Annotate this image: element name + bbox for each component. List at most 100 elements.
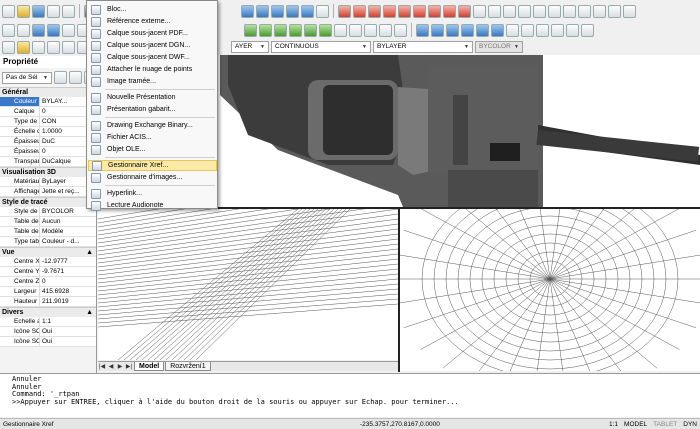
tab-model[interactable]: Model xyxy=(134,362,165,371)
zoom-realtime-icon[interactable] xyxy=(256,4,269,18)
property-row[interactable]: Largeur 415.6928 xyxy=(0,287,96,297)
section-vis3d[interactable]: Visualisation 3D▲ xyxy=(0,167,96,177)
selection-combo[interactable]: Pas de Sél ▼ xyxy=(2,71,52,84)
table-icon[interactable] xyxy=(518,4,531,18)
render-icon[interactable] xyxy=(581,23,594,37)
section-general[interactable]: Général▲ xyxy=(0,87,96,97)
menu-item-new-layout[interactable]: Nouvelle Présentation xyxy=(88,92,217,103)
menu-item-dxb[interactable]: Drawing Exchange Binary... xyxy=(88,120,217,131)
section-misc[interactable]: Divers ▲ xyxy=(0,307,96,317)
print-icon[interactable] xyxy=(47,4,60,18)
menu-item-xref[interactable]: Référence externe... xyxy=(88,16,217,27)
property-row[interactable]: Centre Z0 xyxy=(0,277,96,287)
view-bottom-icon[interactable] xyxy=(431,23,444,37)
open-file-icon[interactable] xyxy=(17,4,30,18)
layer-icon[interactable] xyxy=(32,23,45,37)
property-row[interactable]: Matériau ByLayer xyxy=(0,177,96,187)
region-icon[interactable] xyxy=(503,4,516,18)
property-row[interactable]: Echelle an...1:1 xyxy=(0,317,96,327)
text-icon[interactable] xyxy=(473,4,486,18)
boundary-icon[interactable] xyxy=(578,4,591,18)
block-insert-icon[interactable] xyxy=(488,4,501,18)
zoom-window-icon[interactable] xyxy=(271,4,284,18)
view-back-icon[interactable] xyxy=(491,23,504,37)
menu-item-point-cloud[interactable]: Attacher le nuage de points xyxy=(88,64,217,75)
viewport-bottom-left-wireframe[interactable] xyxy=(98,209,398,360)
property-row[interactable]: Type tabl...Couleur - d... xyxy=(0,237,96,247)
lineweight-combo[interactable]: BYLAYER ▼ xyxy=(373,41,473,53)
revcloud-icon[interactable] xyxy=(548,4,561,18)
sun-icon[interactable] xyxy=(32,40,45,54)
viewport-bottom-right-wireframe[interactable] xyxy=(400,209,700,371)
print-preview-icon[interactable] xyxy=(62,4,75,18)
paste-icon[interactable] xyxy=(17,23,30,37)
collapse-icon[interactable]: ▲ xyxy=(86,248,93,257)
hatch-icon[interactable] xyxy=(458,4,471,18)
redraw-icon[interactable] xyxy=(316,4,329,18)
section-plot[interactable]: Style de tracé▲ xyxy=(0,197,96,207)
property-row[interactable]: Calque 0 xyxy=(0,107,96,117)
annotation-scale[interactable]: 1:1 xyxy=(606,421,621,428)
cone-icon[interactable] xyxy=(289,23,302,37)
ellipse-icon[interactable] xyxy=(428,4,441,18)
color-square-icon[interactable] xyxy=(62,40,75,54)
menu-item-image-manager[interactable]: Gestionnaire d'images... xyxy=(88,172,217,183)
section-view[interactable]: Vue ▲ xyxy=(0,247,96,257)
menu-item-audionote[interactable]: Lecture Audionote xyxy=(88,200,217,211)
property-row[interactable]: Couleur BYLAY... xyxy=(0,97,96,107)
property-row[interactable]: Type de li...CON xyxy=(0,117,96,127)
view-iso-sw-icon[interactable] xyxy=(506,23,519,37)
box-icon[interactable] xyxy=(244,23,257,37)
wipeout-icon[interactable] xyxy=(563,4,576,18)
property-row[interactable]: Affichage ...Jette et reç... xyxy=(0,187,96,197)
spline-icon[interactable] xyxy=(443,4,456,18)
property-row[interactable]: Épaisseur...DuC xyxy=(0,137,96,147)
menu-item-layout-template[interactable]: Présentation gabarit... xyxy=(88,104,217,115)
menu-item-pdf-underlay[interactable]: Calque sous-jacent PDF... xyxy=(88,28,217,39)
pan-icon[interactable] xyxy=(241,4,254,18)
polyline-icon[interactable] xyxy=(353,4,366,18)
subtract-icon[interactable] xyxy=(379,23,392,37)
property-row[interactable]: Icône SCU...Oui xyxy=(0,327,96,337)
revolve-icon[interactable] xyxy=(349,23,362,37)
view-iso-nw-icon[interactable] xyxy=(551,23,564,37)
property-row[interactable]: Hauteur 211.9019 xyxy=(0,297,96,307)
prev-tab-icon[interactable]: ◀ xyxy=(107,363,115,371)
model-toggle[interactable]: MODEL xyxy=(621,421,650,428)
plotstyle-combo[interactable]: BYCOLOR ▼ xyxy=(475,41,523,53)
view-right-icon[interactable] xyxy=(461,23,474,37)
zoom-extents-icon[interactable] xyxy=(301,4,314,18)
tablet-toggle[interactable]: TABLET xyxy=(650,421,680,428)
layer-state-icon[interactable] xyxy=(47,23,60,37)
menu-item-ole[interactable]: Objet OLE... xyxy=(88,144,217,155)
command-history[interactable]: Annuler Annuler Command: '_rtpan >>Appuy… xyxy=(0,373,700,417)
linetype-combo[interactable]: CONTINUOUS ▼ xyxy=(271,41,371,53)
property-row[interactable]: Centre Y -9.7671 xyxy=(0,267,96,277)
layer-combo[interactable]: AYER ▼ xyxy=(231,41,269,53)
menu-item-acis[interactable]: Fichier ACIS... xyxy=(88,132,217,143)
new-file-icon[interactable] xyxy=(2,4,15,18)
line-icon[interactable] xyxy=(338,4,351,18)
select-objects-icon[interactable] xyxy=(69,71,82,84)
tab-layout1[interactable]: Rozvržení1 xyxy=(165,362,211,371)
view-front-icon[interactable] xyxy=(476,23,489,37)
bulb-icon[interactable] xyxy=(17,40,30,54)
arc-icon[interactable] xyxy=(368,4,381,18)
ray-icon[interactable] xyxy=(608,4,621,18)
property-row[interactable]: Table des ...Modèle xyxy=(0,227,96,237)
rectangle-icon[interactable] xyxy=(398,4,411,18)
property-row[interactable]: Épaisseur0 xyxy=(0,147,96,157)
property-row[interactable]: Transpare...DuCalque xyxy=(0,157,96,167)
view-iso-se-icon[interactable] xyxy=(521,23,534,37)
point-icon[interactable] xyxy=(533,4,546,18)
sphere-icon[interactable] xyxy=(259,23,272,37)
extrude-icon[interactable] xyxy=(334,23,347,37)
circle-icon[interactable] xyxy=(383,4,396,18)
dyn-toggle[interactable]: DYN xyxy=(680,421,700,428)
torus-icon[interactable] xyxy=(319,23,332,37)
menu-item-dwf-underlay[interactable]: Calque sous-jacent DWF... xyxy=(88,52,217,63)
intersect-icon[interactable] xyxy=(394,23,407,37)
save-icon[interactable] xyxy=(32,4,45,18)
view-top-icon[interactable] xyxy=(416,23,429,37)
xline-icon[interactable] xyxy=(593,4,606,18)
